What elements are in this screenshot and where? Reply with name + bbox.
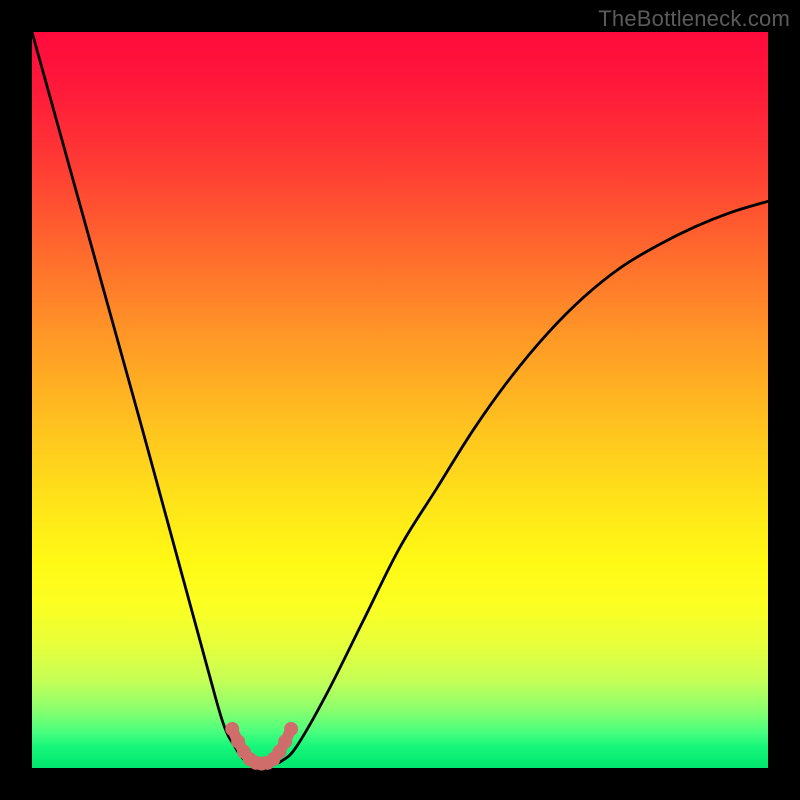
- marker-arc-group: [225, 722, 298, 771]
- chart-frame: TheBottleneck.com: [0, 0, 800, 800]
- marker-dot: [278, 735, 292, 749]
- chart-svg: [32, 32, 768, 768]
- watermark-text: TheBottleneck.com: [598, 6, 790, 32]
- bottleneck-curve-path: [32, 32, 768, 765]
- plot-area: [32, 32, 768, 768]
- marker-dot: [225, 722, 239, 736]
- marker-dot: [284, 722, 298, 736]
